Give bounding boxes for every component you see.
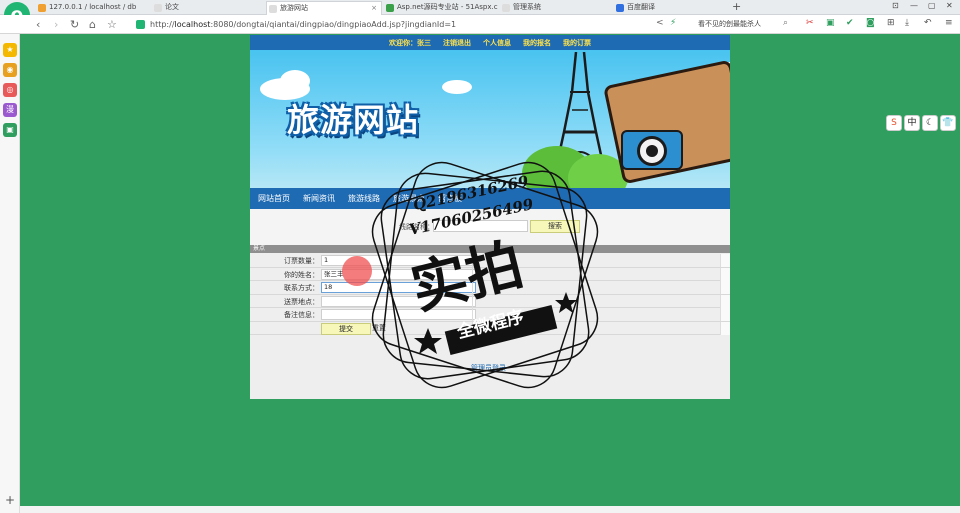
- form-edge-cell: [720, 281, 730, 294]
- my-signup-link[interactable]: 我的报名: [523, 38, 551, 48]
- form-edge-cell: [720, 254, 730, 267]
- undo-icon[interactable]: ↶: [924, 18, 932, 28]
- camera-icon: [621, 130, 683, 170]
- restore-icon[interactable]: ▢: [928, 1, 936, 10]
- form-edge-cell: [720, 294, 730, 308]
- floating-toolbar: S 中 ☾ 👕: [886, 115, 958, 133]
- name-label: 你的姓名：: [284, 270, 319, 279]
- watermark-stamp: Q2196316269 V17060256499 实拍 全微程序: [360, 150, 610, 400]
- tab-travel-site[interactable]: 旅游网站 ×: [266, 1, 382, 15]
- site-title: 旅游网站: [287, 101, 420, 139]
- scissors-icon[interactable]: ✂: [806, 18, 814, 28]
- back-icon[interactable]: ‹: [36, 18, 40, 31]
- screen-icon[interactable]: ▣: [3, 123, 17, 137]
- screenshot-icon[interactable]: ▣: [826, 18, 835, 28]
- tab-label: 127.0.0.1 / localhost / db_do: [49, 3, 136, 11]
- tab-favicon: [502, 4, 510, 12]
- close-icon[interactable]: ×: [371, 2, 377, 15]
- secure-shield-icon: [136, 20, 145, 29]
- browser-tab-strip: 127.0.0.1 / localhost / db_do 论文 旅游网站 × …: [0, 0, 960, 15]
- tab-phpmyadmin[interactable]: 127.0.0.1 / localhost / db_do: [36, 1, 136, 15]
- logout-link[interactable]: 注销退出: [443, 38, 471, 48]
- profile-link[interactable]: 个人信息: [483, 38, 511, 48]
- download-icon[interactable]: ⤓: [905, 18, 909, 28]
- remark-label: 备注信息：: [284, 311, 319, 319]
- search-hint: 看不见的刽最能杀人: [698, 20, 761, 28]
- tab-thesis[interactable]: 论文: [152, 1, 252, 15]
- forward-icon[interactable]: ›: [54, 18, 58, 31]
- left-sidebar: ★ ◉ ◎ 漫 ▣ +: [0, 34, 20, 513]
- tab-51aspx[interactable]: Asp.net源码专业站 - 51Aspx.co: [384, 1, 498, 15]
- sidebar-add-icon[interactable]: +: [5, 493, 15, 507]
- url-host: localhost: [174, 20, 211, 29]
- game-icon[interactable]: ◙: [866, 18, 875, 28]
- contact-label: 联系方式：: [284, 284, 319, 292]
- tab-favicon: [38, 4, 46, 12]
- tab-label: 旅游网站: [280, 4, 308, 12]
- url-path: :8080/dongtai/qiantai/dingpiao/dingpiaoA…: [210, 20, 457, 29]
- new-tab-button[interactable]: +: [732, 0, 741, 13]
- form-edge-cell: [720, 308, 730, 321]
- tab-favicon: [386, 4, 394, 12]
- weibo-icon[interactable]: ◉: [3, 63, 17, 77]
- tab-admin[interactable]: 管理系统: [500, 1, 610, 15]
- search-icon[interactable]: ⌕: [783, 18, 788, 28]
- home-icon[interactable]: ⌂: [89, 18, 96, 31]
- welcome-text: 欢迎你：张三: [389, 39, 431, 47]
- form-edge-cell: [720, 267, 730, 281]
- cloud-shape: [442, 80, 472, 94]
- shirt-icon[interactable]: 👕: [940, 115, 956, 131]
- minimize-icon[interactable]: —: [910, 1, 918, 10]
- share-icon[interactable]: <: [656, 18, 664, 28]
- address-bar: ‹ › ↻ ⌂ ☆ http://localhost:8080/dongtai/…: [0, 15, 960, 34]
- url-field[interactable]: http://localhost:8080/dongtai/qiantai/di…: [136, 18, 696, 31]
- tab-label: 百度翻译: [627, 3, 655, 11]
- tab-label: 管理系统: [513, 3, 541, 11]
- sogou-icon[interactable]: S: [886, 115, 902, 131]
- nav-news[interactable]: 新闻资讯: [303, 193, 335, 204]
- address-label: 送票地点：: [284, 297, 319, 306]
- my-orders-link[interactable]: 我的订票: [563, 38, 591, 48]
- tab-label: Asp.net源码专业站 - 51Aspx.co: [397, 3, 498, 11]
- tab-favicon: [154, 4, 162, 12]
- bolt-icon[interactable]: ⚡: [670, 18, 676, 28]
- skin-icon[interactable]: ⊡: [892, 1, 899, 10]
- moon-icon[interactable]: ☾: [922, 115, 938, 131]
- favorites-icon[interactable]: ★: [3, 43, 17, 57]
- apps-icon[interactable]: ⊞: [887, 18, 895, 28]
- user-topbar: 欢迎你：张三 注销退出 个人信息 我的报名 我的订票: [250, 35, 730, 50]
- chinese-input-icon[interactable]: 中: [904, 115, 920, 131]
- tab-favicon: [269, 5, 277, 13]
- target-icon[interactable]: ◎: [3, 83, 17, 97]
- tab-label: 论文: [165, 3, 179, 11]
- quantity-label: 订票数量：: [284, 257, 319, 265]
- menu-icon[interactable]: ≡: [945, 18, 953, 28]
- url-prefix: http://: [150, 20, 175, 29]
- form-edge-cell: [720, 321, 730, 335]
- favorite-star-icon[interactable]: ☆: [107, 18, 117, 31]
- tab-favicon: [616, 4, 624, 12]
- comic-icon[interactable]: 漫: [3, 103, 17, 117]
- cloud-shape: [280, 70, 310, 92]
- status-bar: [20, 506, 960, 513]
- window-close-icon[interactable]: ✕: [946, 1, 953, 10]
- camera-lens-icon: [637, 136, 667, 166]
- refresh-icon[interactable]: ↻: [70, 18, 79, 31]
- shield-check-icon[interactable]: ✔: [846, 18, 854, 28]
- nav-home[interactable]: 网站首页: [258, 193, 290, 204]
- tab-baidu-translate[interactable]: 百度翻译: [614, 1, 724, 15]
